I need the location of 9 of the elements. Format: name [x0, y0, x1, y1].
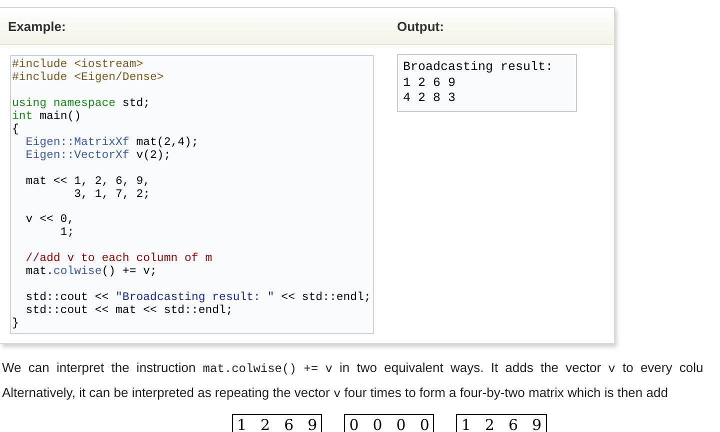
matrix-row: 1 2 6 9: [232, 414, 322, 432]
code-block: #include <iostream> #include <Eigen/Dense> using namespace std; int main() { Eigen::MatrixXf mat(2,4); Eigen::VectorXf v(2); mat << 1, 2, 6, 9, 3, 1, 7, 2; v << 0, 1; //add v to each column of m mat.colwise() += v; std::cout << "Broadcasting result: " << std::endl; std::cout << mat << std::endl; }: [10, 55, 374, 334]
example-heading: Example:: [0, 8, 389, 45]
matrix-row: 0 0 0 0: [344, 414, 434, 432]
matrix-row: 1 2 6 9: [456, 414, 547, 432]
paragraph-line: Alternatively, it can be interpreted as repeating the vector v four times to form a four-by-two matrix which is then add: [1, 384, 669, 403]
output-heading: Output:: [389, 8, 614, 45]
paragraph-line: We can interpret the instruction mat.colwise() += v in two equivalent ways. It adds the vector v to every colu: [1, 358, 704, 378]
output-block: Broadcasting result: 1 2 6 9 4 2 8 3: [397, 54, 577, 112]
